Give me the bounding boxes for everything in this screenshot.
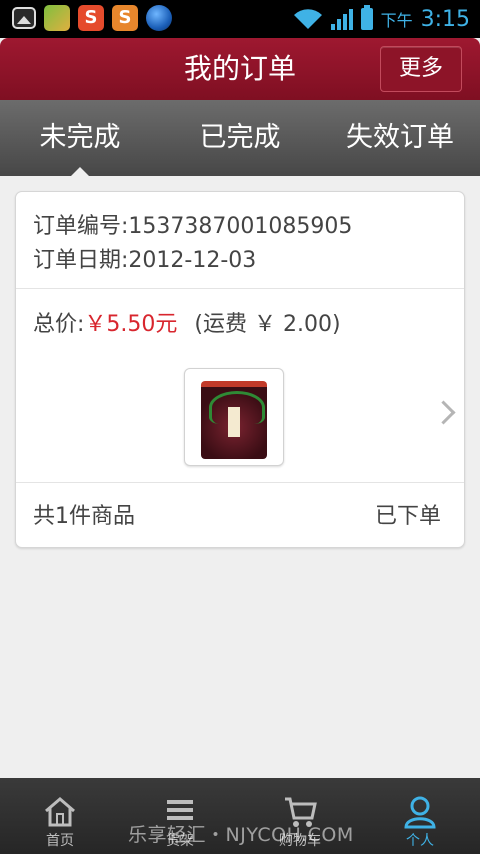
divider xyxy=(16,482,464,483)
tab-completed[interactable]: 已完成 xyxy=(160,100,320,176)
watermark-text: 乐享轻汇・NJYCOH.COM xyxy=(128,824,354,846)
order-card[interactable]: 订单编号:1537387001085905 订单日期:2012-12-03 总价… xyxy=(15,191,465,548)
order-summary-row: 共1件商品 已下单 xyxy=(33,498,441,530)
tab-incomplete[interactable]: 未完成 xyxy=(0,100,160,176)
order-number-line: 订单编号:1537387001085905 xyxy=(33,210,352,244)
nav-home[interactable]: 首页 xyxy=(0,778,120,854)
nav-profile-label: 个人 xyxy=(406,833,434,849)
weibo-s-icon: S xyxy=(78,5,104,31)
order-number: 1537387001085905 xyxy=(128,214,353,239)
time-period: 下午 xyxy=(380,11,413,30)
chevron-right-icon[interactable] xyxy=(431,400,456,425)
home-icon xyxy=(42,794,78,830)
order-status: 已下单 xyxy=(374,504,441,529)
divider xyxy=(16,288,464,289)
more-button[interactable]: 更多 xyxy=(380,46,462,92)
order-meta: 订单编号:1537387001085905 订单日期:2012-12-03 xyxy=(33,210,352,278)
order-date: 2012-12-03 xyxy=(128,248,257,273)
notification-icons: S S xyxy=(12,5,172,31)
nav-profile[interactable]: 个人 xyxy=(360,778,480,854)
globe-icon xyxy=(146,5,172,31)
shipping-fee: (运费 ￥ 2.00) xyxy=(194,312,341,337)
gallery-icon xyxy=(12,7,36,29)
total-label: 总价: xyxy=(33,312,85,337)
title-bar: 我的订单 更多 xyxy=(0,38,480,100)
total-price: ￥5.50元 xyxy=(84,312,178,337)
signal-icon xyxy=(330,8,353,30)
order-date-line: 订单日期:2012-12-03 xyxy=(33,244,352,278)
s-app-icon: S xyxy=(112,5,138,31)
price-row: 总价:￥5.50元 (运费 ￥ 2.00) xyxy=(33,306,341,338)
tab-invalid-orders[interactable]: 失效订单 xyxy=(320,100,480,176)
order-tabs: 未完成 已完成 失效订单 xyxy=(0,100,480,176)
person-icon xyxy=(402,794,438,830)
nav-home-label: 首页 xyxy=(46,833,74,849)
product-thumbnail[interactable] xyxy=(184,368,284,466)
clock-time: 3:15 xyxy=(420,6,470,32)
product-image xyxy=(201,381,267,459)
item-count: 共1件商品 xyxy=(33,504,135,529)
wifi-icon xyxy=(293,8,323,30)
order-number-label: 订单编号: xyxy=(33,214,129,239)
battery-icon xyxy=(360,5,373,30)
order-date-label: 订单日期: xyxy=(33,248,129,273)
status-bar: S S 下午 3:15 xyxy=(0,0,480,38)
app-icon xyxy=(44,5,70,31)
